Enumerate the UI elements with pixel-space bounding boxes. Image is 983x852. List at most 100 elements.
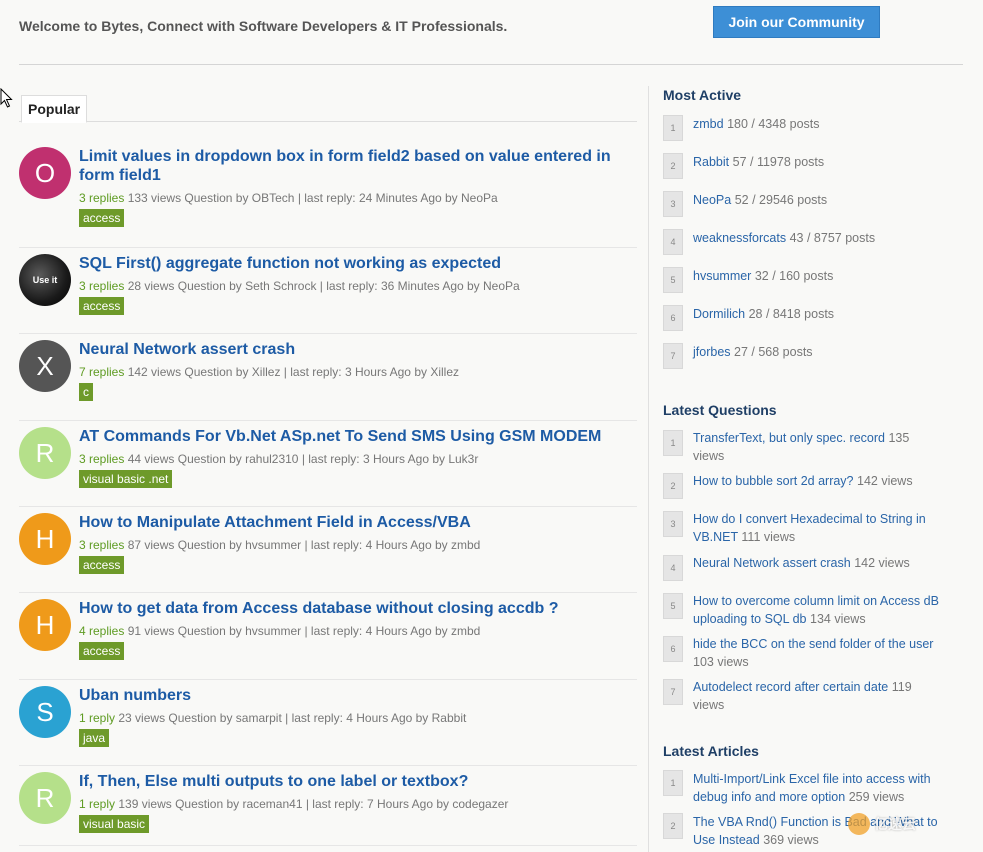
latest-questions-title: Latest Questions (663, 402, 777, 418)
question-author-info: Question by Seth Schrock | last reply: 3… (177, 279, 520, 293)
rank-badge: 1 (663, 770, 683, 796)
topic-meta: 3 replies 44 views Question by rahul2310… (79, 452, 478, 466)
topic-meta: 1 reply 139 views Question by raceman41 … (79, 797, 508, 811)
question-author-info: Question by Xillez | last reply: 3 Hours… (184, 365, 459, 379)
topic-title-link[interactable]: SQL First() aggregate function not worki… (79, 254, 639, 273)
member-name-link[interactable]: zmbd (693, 117, 724, 131)
view-count: 23 views (118, 711, 166, 725)
user-avatar[interactable]: S (19, 686, 71, 738)
member-post-stats: 57 / 11978 posts (732, 155, 825, 169)
member-post-stats: 28 / 8418 posts (748, 307, 835, 321)
member-post-stats: 43 / 8757 posts (789, 231, 876, 245)
item-view-count: 103 views (693, 655, 749, 669)
topic-tag[interactable]: c (79, 383, 93, 401)
topic-row: X Neural Network assert crash 7 replies 14… (19, 340, 637, 421)
question-author-info: Question by samarpit | last reply: 4 Hou… (168, 711, 467, 725)
user-avatar[interactable]: O (19, 147, 71, 199)
topic-row: Use it SQL First() aggregate function not… (19, 254, 637, 334)
rank-badge: 7 (663, 343, 683, 369)
topic-title-link[interactable]: How to Manipulate Attachment Field in Ac… (79, 513, 639, 532)
topic-meta: 3 replies 28 views Question by Seth Schr… (79, 279, 520, 293)
view-count: 28 views (127, 279, 175, 293)
most-active-item: Dormilich 28 / 8418 posts (693, 305, 943, 323)
member-name-link[interactable]: Dormilich (693, 307, 745, 321)
item-view-count: 142 views (854, 556, 910, 570)
topic-title-link[interactable]: How to get data from Access database wit… (79, 599, 639, 618)
latest-question-item: hide the BCC on the send folder of the u… (693, 635, 943, 671)
welcome-text: Welcome to Bytes, Connect with Software … (19, 18, 508, 34)
reply-count[interactable]: 7 replies (79, 365, 124, 379)
reply-count[interactable]: 3 replies (79, 452, 124, 466)
item-title-link[interactable]: Neural Network assert crash (693, 556, 851, 570)
latest-articles-title: Latest Articles (663, 743, 759, 759)
most-active-title: Most Active (663, 87, 742, 103)
user-avatar[interactable]: Use it (19, 254, 71, 306)
topic-row: O Limit values in dropdown box in form fi… (19, 147, 637, 248)
topic-title-link[interactable]: Uban numbers (79, 686, 639, 705)
member-name-link[interactable]: NeoPa (693, 193, 731, 207)
topic-title-link[interactable]: AT Commands For Vb.Net ASp.net To Send S… (79, 427, 639, 446)
item-title-link[interactable]: How to bubble sort 2d array? (693, 474, 854, 488)
topic-tag[interactable]: java (79, 729, 110, 747)
rank-badge: 5 (663, 267, 683, 293)
user-avatar[interactable]: H (19, 513, 71, 565)
topic-row: H How to get data from Access database wi… (19, 599, 637, 680)
user-avatar[interactable]: H (19, 599, 71, 651)
reply-count[interactable]: 3 replies (79, 538, 124, 552)
reply-count[interactable]: 3 replies (79, 279, 124, 293)
topic-row: S Uban numbers 1 reply 23 views Question b… (19, 686, 637, 766)
item-view-count: 369 views (763, 833, 819, 847)
popular-questions-panel: Popular (19, 95, 637, 123)
topic-tag[interactable]: access (79, 209, 125, 227)
topic-row: R AT Commands For Vb.Net ASp.net To Send … (19, 427, 637, 507)
topic-tag[interactable]: access (79, 556, 125, 574)
tab-popular[interactable]: Popular (21, 95, 88, 123)
item-title-link[interactable]: Autodelect record after certain date (693, 680, 888, 694)
rank-badge: 2 (663, 153, 683, 179)
member-post-stats: 32 / 160 posts (754, 269, 834, 283)
item-title-link[interactable]: TransferText, but only spec. record (693, 431, 885, 445)
user-avatar[interactable]: R (19, 427, 71, 479)
user-avatar[interactable]: X (19, 340, 71, 392)
topic-title-link[interactable]: Limit values in dropdown box in form fie… (79, 147, 639, 185)
latest-question-item: How do I convert Hexadecimal to String i… (693, 510, 943, 546)
reply-count[interactable]: 3 replies (79, 191, 124, 205)
member-name-link[interactable]: hvsummer (693, 269, 751, 283)
item-view-count: 259 views (848, 790, 905, 804)
reply-count[interactable]: 1 reply (79, 797, 115, 811)
rank-badge: 1 (663, 430, 683, 456)
topic-tag[interactable]: access (79, 297, 125, 315)
topic-title-link[interactable]: If, Then, Else multi outputs to one labe… (79, 772, 639, 791)
topic-meta: 3 replies 87 views Question by hvsummer … (79, 538, 480, 552)
member-name-link[interactable]: jforbes (693, 345, 731, 359)
member-name-link[interactable]: weaknessforcats (693, 231, 786, 245)
topic-tag[interactable]: visual basic (79, 815, 150, 833)
topic-tag[interactable]: visual basic .net (79, 470, 173, 488)
rank-badge: 5 (663, 593, 683, 619)
view-count: 87 views (127, 538, 175, 552)
most-active-item: zmbd 180 / 4348 posts (693, 115, 943, 133)
watermark: 亿速云 (848, 811, 973, 837)
user-avatar[interactable]: R (19, 772, 71, 824)
reply-count[interactable]: 1 reply (79, 711, 115, 725)
topic-meta: 3 replies 133 views Question by OBTech |… (79, 191, 498, 205)
topic-row: R If, Then, Else multi outputs to one lab… (19, 772, 637, 846)
column-divider (648, 86, 649, 852)
item-title-link[interactable]: hide the BCC on the send folder of the u… (693, 637, 933, 651)
item-title-link[interactable]: How do I convert Hexadecimal to String i… (693, 512, 926, 544)
question-author-info: Question by OBTech | last reply: 24 Minu… (184, 191, 498, 205)
reply-count[interactable]: 4 replies (79, 624, 124, 638)
question-author-info: Question by rahul2310 | last reply: 3 Ho… (177, 452, 479, 466)
rank-badge: 3 (663, 511, 683, 537)
topic-tag[interactable]: access (79, 642, 125, 660)
member-post-stats: 52 / 29546 posts (734, 193, 828, 207)
most-active-item: hvsummer 32 / 160 posts (693, 267, 943, 285)
topic-title-link[interactable]: Neural Network assert crash (79, 340, 639, 359)
item-view-count: 134 views (810, 612, 866, 626)
topic-meta: 4 replies 91 views Question by hvsummer … (79, 624, 480, 638)
rank-badge: 4 (663, 229, 683, 255)
member-name-link[interactable]: Rabbit (693, 155, 729, 169)
join-community-button[interactable]: Join our Community (713, 6, 880, 38)
view-count: 91 views (127, 624, 175, 638)
most-active-item: NeoPa 52 / 29546 posts (693, 191, 943, 209)
